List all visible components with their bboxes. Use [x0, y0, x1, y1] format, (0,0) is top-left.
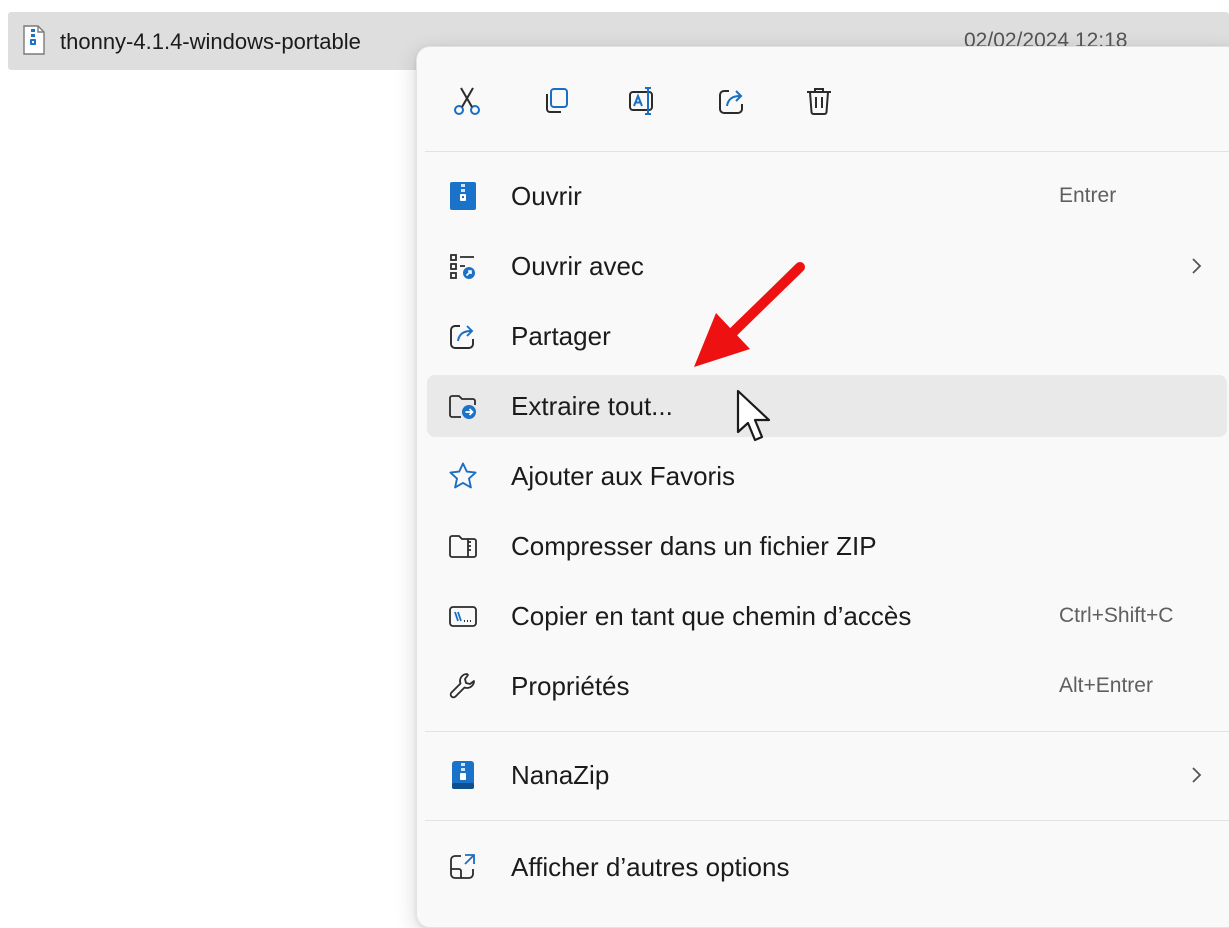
menu-item-label: Compresser dans un fichier ZIP: [511, 531, 877, 561]
copy-icon: [546, 88, 568, 113]
context-menu-toolbar: [417, 47, 1229, 151]
share-button[interactable]: [710, 79, 754, 123]
menu-item-shortcut: Entrer: [1059, 184, 1117, 207]
rename-button[interactable]: [621, 79, 665, 123]
menu-item-label: Afficher d’autres options: [511, 852, 790, 882]
context-menu: Ouvrir Entrer Ouvrir avec Partager Extra…: [416, 46, 1229, 928]
menu-item-copy-path[interactable]: Copier en tant que chemin d’accès Ctrl+S…: [427, 585, 1227, 647]
nanazip-icon: [447, 759, 479, 791]
menu-separator: [425, 820, 1229, 821]
menu-separator: [425, 151, 1229, 152]
copy-button[interactable]: [534, 79, 578, 123]
menu-separator: [425, 731, 1229, 732]
menu-item-shortcut: Alt+Entrer: [1059, 674, 1153, 697]
cut-button[interactable]: [445, 79, 489, 123]
chevron-right-icon: [1192, 258, 1202, 274]
rename-icon: [629, 87, 653, 115]
chevron-right-icon: [1192, 767, 1202, 783]
extract-folder-icon: [447, 390, 479, 422]
wrench-icon: [447, 670, 479, 702]
trash-icon: [807, 88, 831, 115]
menu-item-open-with[interactable]: Ouvrir avec: [427, 235, 1227, 297]
menu-item-add-favorites[interactable]: Ajouter aux Favoris: [427, 445, 1227, 507]
zip-file-icon: [22, 25, 46, 55]
zip-file-icon: [447, 180, 479, 212]
share-icon: [719, 90, 743, 114]
menu-item-compress-zip[interactable]: Compresser dans un fichier ZIP: [427, 515, 1227, 577]
menu-item-label: Extraire tout...: [511, 391, 673, 421]
menu-item-open[interactable]: Ouvrir Entrer: [427, 165, 1227, 227]
open-with-icon: [447, 250, 479, 282]
menu-item-label: Ouvrir: [511, 181, 582, 211]
share-icon: [447, 320, 479, 352]
menu-item-properties[interactable]: Propriétés Alt+Entrer: [427, 655, 1227, 717]
menu-item-label: Partager: [511, 321, 611, 351]
menu-item-extract-all[interactable]: Extraire tout...: [427, 375, 1227, 437]
menu-item-label: Ajouter aux Favoris: [511, 461, 735, 491]
menu-item-label: NanaZip: [511, 760, 610, 790]
menu-item-share[interactable]: Partager: [427, 305, 1227, 367]
file-name: thonny-4.1.4-windows-portable: [60, 29, 361, 54]
copy-path-icon: [447, 600, 479, 632]
menu-item-nanazip[interactable]: NanaZip: [427, 744, 1227, 806]
zip-folder-icon: [447, 530, 479, 562]
scissors-icon: [454, 87, 480, 115]
menu-item-label: Propriétés: [511, 671, 630, 701]
menu-item-label: Copier en tant que chemin d’accès: [511, 601, 912, 631]
delete-button[interactable]: [797, 79, 841, 123]
more-options-icon: [447, 851, 479, 883]
menu-item-label: Ouvrir avec: [511, 251, 644, 281]
menu-item-shortcut: Ctrl+Shift+C: [1059, 604, 1174, 627]
menu-item-more-options[interactable]: Afficher d’autres options: [427, 836, 1227, 898]
star-icon: [447, 460, 479, 492]
